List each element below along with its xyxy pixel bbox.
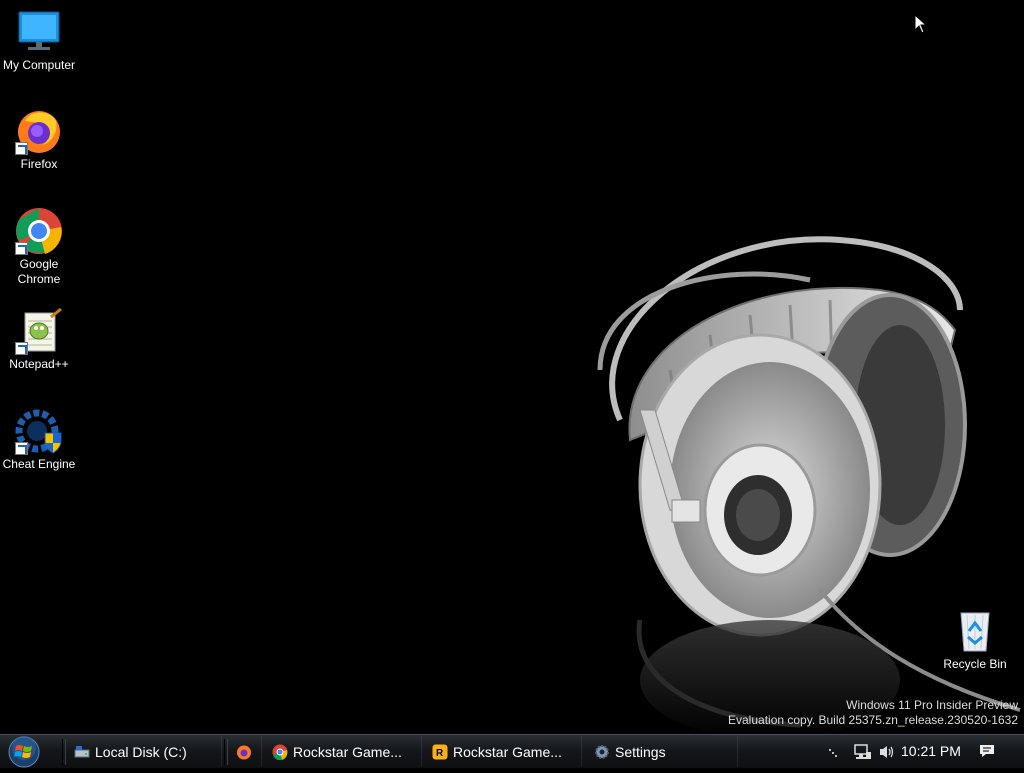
- recycle-bin-icon: [960, 612, 990, 652]
- mouse-pointer-icon: [914, 14, 928, 34]
- taskbar-button-label: Local Disk (C:): [95, 743, 187, 760]
- desktop-icon-firefox[interactable]: Firefox: [0, 107, 78, 172]
- shortcut-arrow-icon: [15, 442, 28, 455]
- shortcut-arrow-icon: [15, 242, 28, 255]
- drive-icon: [74, 745, 90, 757]
- desktop-icon-label: Google Chrome: [17, 257, 61, 286]
- start-button[interactable]: [6, 736, 42, 768]
- watermark-line-1: Windows 11 Pro Insider Preview: [846, 698, 1018, 712]
- desktop-icon-notepad-plus-plus[interactable]: Notepad++: [0, 307, 78, 372]
- monitor-icon: [18, 11, 60, 50]
- taskbar-button-local-disk[interactable]: Local Disk (C:): [68, 736, 222, 767]
- svg-text:R: R: [436, 748, 444, 759]
- watermark-line-2: Evaluation copy. Build 25375.zn_release.…: [728, 713, 1018, 727]
- desktop-icon-label: Cheat Engine: [2, 457, 76, 471]
- taskbar-button-label: Rockstar Game...: [293, 743, 402, 760]
- taskbar-button-rockstar-launcher[interactable]: R Rockstar Game...: [426, 736, 582, 767]
- firefox-icon: [237, 745, 251, 759]
- taskbar-button-chrome-rockstar[interactable]: Rockstar Game...: [266, 736, 422, 767]
- taskbar-clock[interactable]: 10:21 PM: [901, 743, 961, 759]
- desktop-icon-label: Notepad++: [9, 357, 69, 371]
- desktop-icon-recycle-bin[interactable]: Recycle Bin: [936, 607, 1014, 672]
- network-icon[interactable]: [852, 743, 872, 761]
- windows-evaluation-watermark: Windows 11 Pro Insider Preview Evaluatio…: [728, 698, 1018, 728]
- shortcut-arrow-icon: [15, 342, 28, 355]
- desktop-icon-cheat-engine[interactable]: Cheat Engine: [0, 407, 78, 472]
- desktop[interactable]: My Computer Firefox Google Chrome Notepa…: [0, 0, 1024, 734]
- desktop-icon-label: My Computer: [2, 58, 76, 72]
- desktop-icon-label: Recycle Bin: [943, 657, 1007, 671]
- system-tray: [826, 736, 896, 767]
- chrome-icon: [272, 744, 288, 760]
- desktop-icon-label: Firefox: [20, 157, 58, 171]
- taskbar: Local Disk (C:) Rockstar Game... R Rocks…: [0, 734, 1024, 768]
- show-hidden-icons-icon[interactable]: [826, 745, 840, 759]
- notification-center-icon[interactable]: [978, 743, 996, 759]
- gear-icon: [595, 744, 609, 759]
- desktop-icon-my-computer[interactable]: My Computer: [0, 8, 78, 73]
- desktop-icon-google-chrome[interactable]: Google Chrome: [0, 207, 78, 287]
- taskbar-button-label: Rockstar Game...: [453, 743, 562, 760]
- shortcut-arrow-icon: [15, 142, 28, 155]
- taskbar-button-settings[interactable]: Settings: [588, 736, 738, 767]
- windows-logo-icon: [8, 736, 40, 768]
- volume-icon[interactable]: [878, 744, 896, 760]
- rockstar-icon: R: [432, 744, 448, 759]
- taskbar-button-firefox[interactable]: [230, 736, 262, 767]
- taskbar-button-label: Settings: [615, 743, 666, 760]
